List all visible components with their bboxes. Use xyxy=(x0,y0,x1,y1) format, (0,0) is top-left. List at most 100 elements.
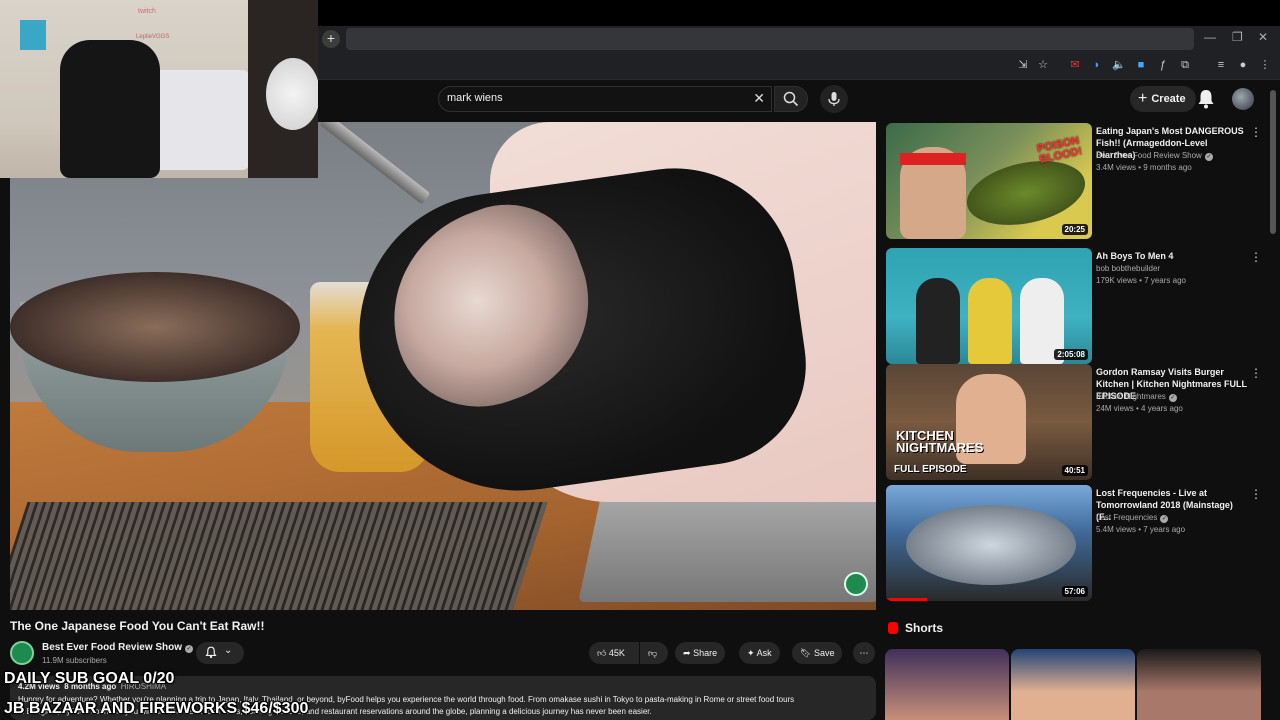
more-options-icon[interactable]: ⋮ xyxy=(1250,488,1262,500)
recommendation-meta: 5.4M views • 7 years ago xyxy=(1096,525,1186,534)
recommendation-meta: 179K views • 7 years ago xyxy=(1096,276,1186,285)
thumbnail-person xyxy=(968,278,1012,364)
verified-icon: ✓ xyxy=(1168,394,1177,402)
extensions-puzzle-icon[interactable]: ⧉ xyxy=(1178,58,1192,72)
create-button[interactable]: + Create xyxy=(1130,86,1196,112)
account-avatar[interactable] xyxy=(1232,88,1254,110)
shorts-icon xyxy=(888,622,898,634)
share-button[interactable]: ➦ Share xyxy=(675,642,726,664)
search-input[interactable]: mark wiens ✕ xyxy=(438,86,772,112)
recommendation-channel-text: Best Ever Food Review Show xyxy=(1096,151,1202,160)
browser-tab-bar: + — ❐ ✕ xyxy=(318,26,1280,52)
like-count: 45K xyxy=(608,648,625,658)
more-actions-button[interactable]: ⋯ xyxy=(853,642,875,664)
extension-mail-icon[interactable]: ✉ xyxy=(1068,58,1082,72)
video-thumbnail[interactable]: 2:05:08 xyxy=(886,248,1092,364)
watch-progress-bar xyxy=(886,598,928,601)
recommendation-channel[interactable]: bob bobthebuilder xyxy=(1096,264,1160,273)
recommendation-item[interactable]: POISON BLOOD! 20:25 Eating Japan's Most … xyxy=(886,123,1266,239)
video-duration: 20:25 xyxy=(1061,224,1088,235)
more-options-icon[interactable]: ⋮ xyxy=(1250,251,1262,263)
recommendation-channel[interactable]: Kitchen Nightmares ✓ xyxy=(1096,392,1177,402)
more-options-icon[interactable]: ⋮ xyxy=(1250,367,1262,379)
webcam-sign: twitch xyxy=(138,8,156,15)
video-frame-oysters xyxy=(10,272,300,382)
dislike-button[interactable]: 👎︎ xyxy=(640,642,668,664)
extension-volume-icon[interactable]: 🔈 xyxy=(1112,58,1126,72)
webcam-fan xyxy=(266,58,318,130)
close-window-icon[interactable]: ✕ xyxy=(1258,30,1268,44)
channel-name-text: Best Ever Food Review Show xyxy=(42,642,183,653)
search-button[interactable] xyxy=(774,86,808,112)
video-thumbnail[interactable]: 57:06 xyxy=(886,485,1092,601)
profile-icon[interactable]: ● xyxy=(1236,58,1250,72)
clear-search-icon[interactable]: ✕ xyxy=(753,90,765,107)
webcam-poster xyxy=(20,20,46,50)
short-thumbnail[interactable] xyxy=(1011,649,1135,720)
plus-icon: + xyxy=(1138,90,1148,107)
extension-script-icon[interactable]: ƒ xyxy=(1156,58,1170,72)
bookmark-star-icon[interactable]: ☆ xyxy=(1036,58,1050,72)
minimize-icon[interactable]: — xyxy=(1204,30,1216,44)
more-options-icon[interactable]: ⋮ xyxy=(1250,126,1262,138)
video-player[interactable] xyxy=(10,122,876,610)
thumbnail-fish xyxy=(961,151,1091,235)
thumbs-up-icon: 👍︎ xyxy=(597,648,607,658)
recommendation-item[interactable]: KITCHEN NIGHTMARES FULL EPISODE 40:51 Go… xyxy=(886,364,1266,480)
install-app-icon[interactable]: ⇲ xyxy=(1016,58,1030,72)
video-thumbnail[interactable]: KITCHEN NIGHTMARES FULL EPISODE 40:51 xyxy=(886,364,1092,480)
ask-label: Ask xyxy=(756,648,772,658)
shorts-heading: Shorts xyxy=(905,621,944,635)
thumbnail-person xyxy=(916,278,960,364)
verified-icon: ✓ xyxy=(185,645,194,653)
recommendation-channel[interactable]: Lost Frequencies ✓ xyxy=(1096,513,1169,523)
short-thumbnail[interactable] xyxy=(1137,649,1261,720)
webcam-gaming-chair xyxy=(60,40,160,178)
share-label: Share xyxy=(693,648,718,658)
thumbnail-caption-2: FULL EPISODE xyxy=(894,464,967,475)
extension-audio-icon[interactable]: ◗ xyxy=(1090,58,1104,72)
sub-goal-overlay: DAILY SUB GOAL 0/20 xyxy=(4,670,175,687)
notifications-bell-icon[interactable] xyxy=(1196,88,1216,110)
browser-menu-icon[interactable]: ⋮ xyxy=(1258,58,1272,72)
save-button[interactable]: 🔖︎ Save xyxy=(792,642,843,664)
thumbnail-caption: POISON BLOOD! xyxy=(1036,134,1084,166)
webcam-sign-name: LeplieVGGS xyxy=(136,34,170,40)
channel-watermark-icon[interactable] xyxy=(844,572,868,596)
verified-icon: ✓ xyxy=(1204,153,1213,161)
subscriber-count: 11.9M subscribers xyxy=(42,656,107,665)
recommendation-item[interactable]: 2:05:08 Ah Boys To Men 4 bob bobthebuild… xyxy=(886,248,1266,364)
subscription-bell-button[interactable]: ⌄ xyxy=(196,642,244,664)
thumbs-down-icon: 👎︎ xyxy=(648,648,658,658)
chevron-down-icon: ⌄ xyxy=(224,645,233,656)
create-label: Create xyxy=(1151,93,1186,105)
channel-name[interactable]: Best Ever Food Review Show ✓ xyxy=(42,642,194,653)
like-button[interactable]: 👍︎ 45K xyxy=(589,642,639,664)
extension-shield-icon[interactable]: ■ xyxy=(1134,58,1148,72)
short-thumbnail[interactable] xyxy=(885,649,1009,720)
scrollbar-thumb[interactable] xyxy=(1270,90,1276,234)
recommendation-channel-text: Lost Frequencies xyxy=(1096,513,1158,522)
streamer-webcam: twitch LeplieVGGS xyxy=(0,0,318,178)
search-query: mark wiens xyxy=(447,92,503,104)
search-icon xyxy=(783,91,799,107)
extension-list-icon[interactable]: ≡ xyxy=(1214,58,1228,72)
recommendation-channel[interactable]: Best Ever Food Review Show ✓ xyxy=(1096,151,1213,161)
video-thumbnail[interactable]: POISON BLOOD! 20:25 xyxy=(886,123,1092,239)
channel-avatar[interactable] xyxy=(10,641,34,665)
recommendation-meta: 3.4M views • 9 months ago xyxy=(1096,163,1192,172)
recommendation-item[interactable]: 57:06 Lost Frequencies - Live at Tomorro… xyxy=(886,485,1266,601)
ask-button[interactable]: ✦ Ask xyxy=(739,642,780,664)
tab-strip[interactable] xyxy=(346,28,1194,50)
maximize-icon[interactable]: ❐ xyxy=(1232,30,1243,44)
video-duration: 2:05:08 xyxy=(1054,349,1088,360)
recommendation-channel-text: Kitchen Nightmares xyxy=(1096,392,1166,401)
recommendation-title[interactable]: Ah Boys To Men 4 xyxy=(1096,250,1248,262)
bazaar-overlay: JB BAZAAR AND FIREWORKS $46/$300 xyxy=(4,700,309,717)
voice-search-button[interactable] xyxy=(820,85,848,113)
recommendation-meta: 24M views • 4 years ago xyxy=(1096,404,1183,413)
verified-icon: ✓ xyxy=(1160,515,1169,523)
bookmark-icon: 🔖︎ xyxy=(800,648,812,658)
new-tab-button[interactable]: + xyxy=(322,30,340,48)
video-duration: 57:06 xyxy=(1061,586,1088,597)
